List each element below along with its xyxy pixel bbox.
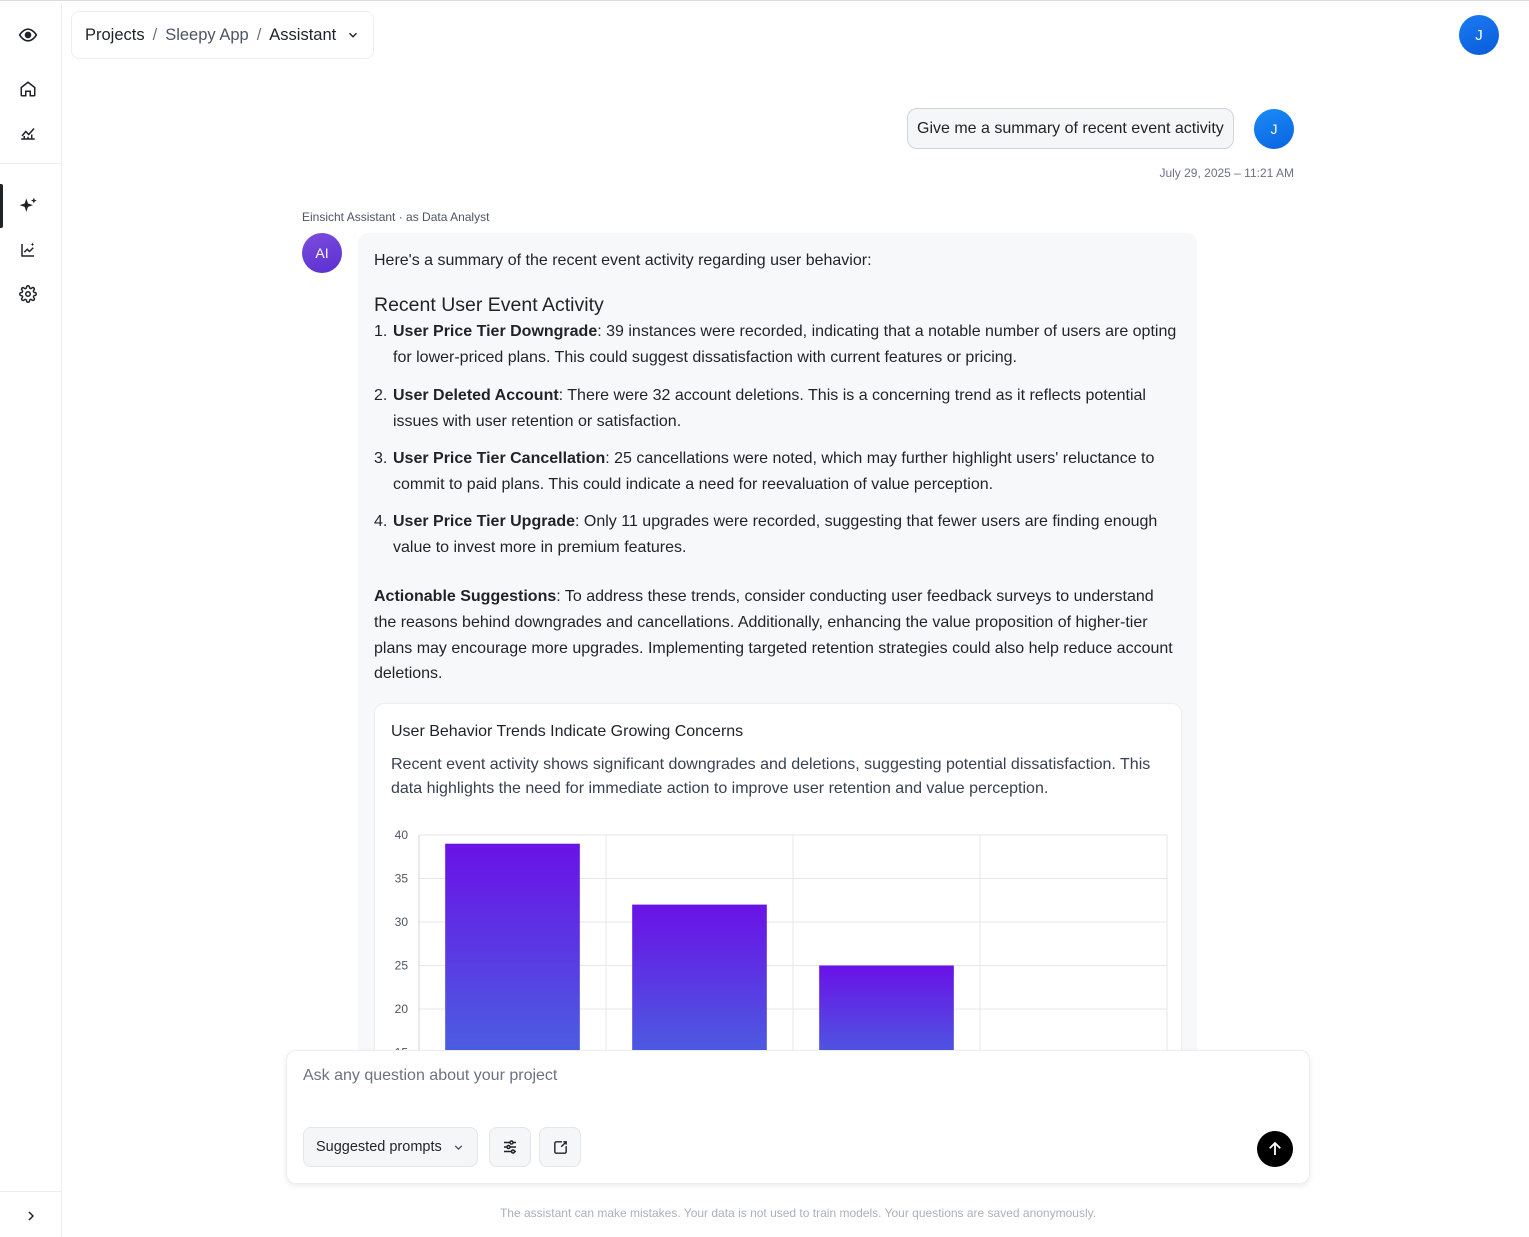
- section-title: Recent User Event Activity: [374, 294, 604, 316]
- y-tick-label: 35: [395, 872, 409, 886]
- analytics-icon[interactable]: [16, 121, 40, 145]
- list-number: 1.: [374, 323, 388, 340]
- y-tick-label: 30: [395, 915, 409, 929]
- composer: Suggested prompts: [286, 1050, 1310, 1184]
- y-tick-label: 25: [395, 959, 409, 973]
- top-border: [0, 0, 1529, 3]
- y-tick-label: 20: [395, 1002, 409, 1016]
- list-item: 1. User Price Tier Downgrade: 39 instanc…: [374, 319, 1179, 370]
- bar[interactable]: [632, 904, 767, 1063]
- user-avatar[interactable]: J: [1459, 15, 1499, 55]
- open-external-icon: [552, 1139, 569, 1156]
- chevron-down-icon[interactable]: [346, 28, 360, 42]
- list-number: 2.: [374, 387, 388, 404]
- chevron-right-icon[interactable]: [19, 1204, 43, 1228]
- chevron-down-icon: [452, 1141, 465, 1154]
- send-button[interactable]: [1257, 1131, 1293, 1167]
- chart-card: User Behavior Trends Indicate Growing Co…: [374, 703, 1182, 1063]
- list-item: 4. User Price Tier Upgrade: Only 11 upgr…: [374, 509, 1179, 560]
- sliders-icon: [501, 1138, 519, 1156]
- assistant-label: Einsicht Assistant · as Data Analyst: [302, 210, 490, 224]
- y-tick-label: 40: [395, 828, 409, 842]
- breadcrumb-separator: /: [256, 25, 262, 44]
- sparkle-icon[interactable]: [16, 194, 40, 218]
- suggested-prompts-label: Suggested prompts: [316, 1139, 442, 1155]
- list-item-title: User Price Tier Downgrade: [393, 323, 598, 340]
- suggested-prompts-button[interactable]: Suggested prompts: [303, 1127, 478, 1167]
- bar[interactable]: [445, 843, 580, 1063]
- user-message-avatar: J: [1254, 109, 1294, 149]
- list-item: 3. User Price Tier Cancellation: 25 canc…: [374, 446, 1179, 497]
- suggestions-paragraph: Actionable Suggestions: To address these…: [374, 584, 1179, 687]
- breadcrumb-assistant[interactable]: Assistant: [269, 26, 336, 45]
- question-input[interactable]: [303, 1067, 1203, 1085]
- list-item-title: User Deleted Account: [393, 387, 559, 404]
- arrow-up-icon: [1266, 1140, 1284, 1158]
- bar-chart: 152025303540: [395, 828, 1168, 1064]
- new-chat-button[interactable]: [539, 1127, 581, 1167]
- chart-sparkle-icon[interactable]: [16, 238, 40, 262]
- breadcrumb-separator: /: [152, 25, 158, 44]
- assistant-intro: Here's a summary of the recent event act…: [374, 252, 872, 269]
- sidebar-divider-bottom: [0, 1191, 62, 1192]
- breadcrumb-projects[interactable]: Projects: [85, 26, 145, 45]
- filter-settings-button[interactable]: [489, 1127, 531, 1167]
- list-number: 4.: [374, 513, 388, 530]
- assistant-avatar: AI: [302, 233, 342, 273]
- eye-icon[interactable]: [16, 23, 40, 47]
- disclaimer-text: The assistant can make mistakes. Your da…: [499, 1206, 1097, 1220]
- list-item: 2. User Deleted Account: There were 32 a…: [374, 383, 1179, 434]
- bar[interactable]: [819, 965, 954, 1064]
- home-icon[interactable]: [16, 77, 40, 101]
- list-number: 3.: [374, 450, 388, 467]
- breadcrumb: Projects / Sleepy App / Assistant: [71, 11, 375, 59]
- breadcrumb-sleepy-app[interactable]: Sleepy App: [165, 26, 248, 45]
- message-timestamp: July 29, 2025 – 11:21 AM: [1159, 166, 1294, 180]
- list-item-title: User Price Tier Cancellation: [393, 450, 606, 467]
- suggestions-title: Actionable Suggestions: [374, 588, 557, 605]
- user-message: Give me a summary of recent event activi…: [907, 108, 1234, 149]
- gear-icon[interactable]: [16, 282, 40, 306]
- list-item-title: User Price Tier Upgrade: [393, 513, 576, 530]
- sidebar-active-indicator: [0, 184, 3, 228]
- sidebar: [0, 3, 62, 1237]
- sidebar-divider: [0, 163, 62, 164]
